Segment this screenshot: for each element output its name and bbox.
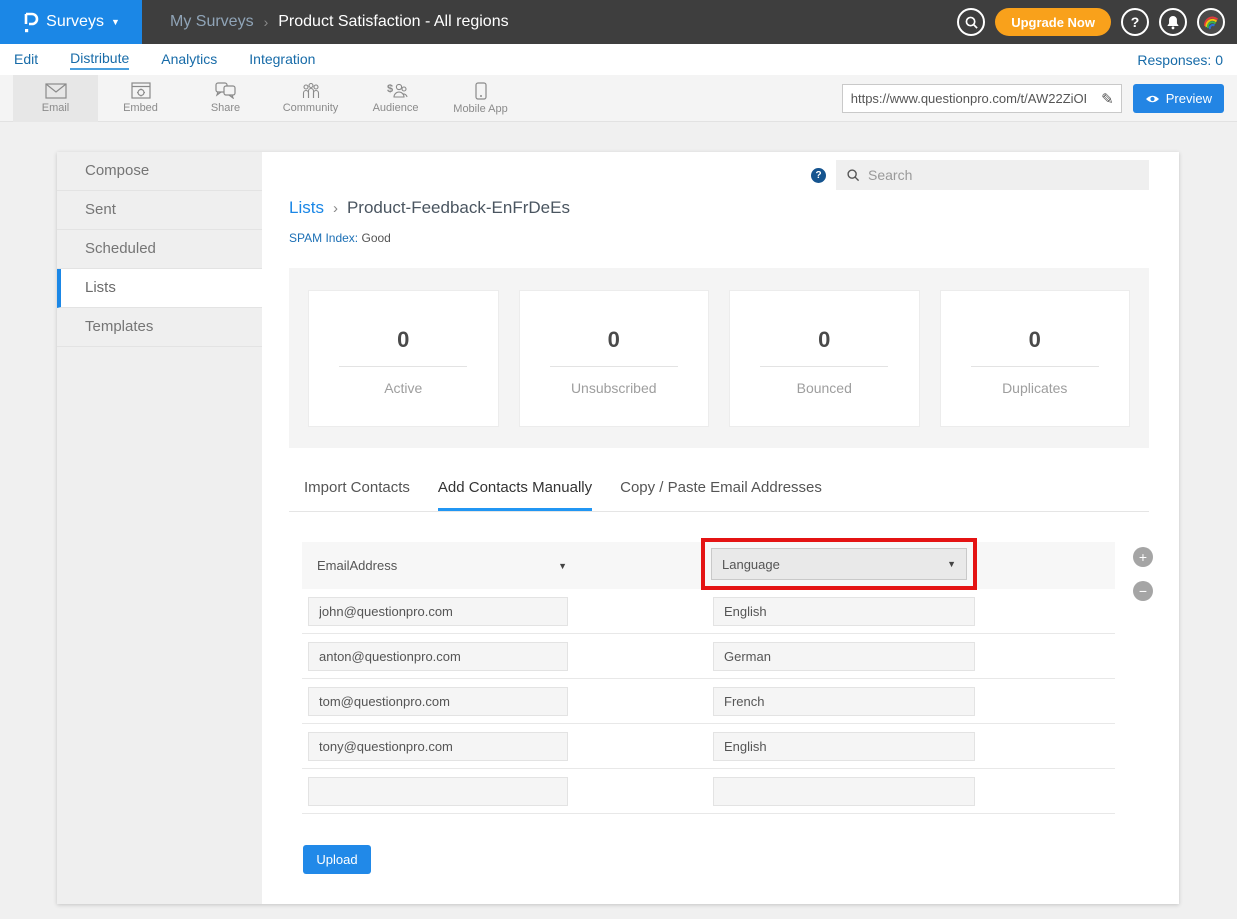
responses-count: Responses: 0 bbox=[1137, 52, 1223, 68]
list-name: Product-Feedback-EnFrDeEs bbox=[347, 198, 570, 218]
eye-icon bbox=[1145, 94, 1160, 104]
contacts-table: EmailAddress ▼ Language ▼ bbox=[302, 542, 1115, 814]
search-icon[interactable] bbox=[957, 8, 985, 36]
add-row-button[interactable]: + bbox=[1133, 547, 1153, 567]
email-icon bbox=[45, 83, 67, 99]
preview-button[interactable]: Preview bbox=[1133, 84, 1224, 113]
language-column-select[interactable]: Language ▼ bbox=[711, 548, 967, 580]
list-stats-panel: 0 Active 0 Unsubscribed 0 Bounced 0 bbox=[289, 268, 1149, 448]
nav-edit[interactable]: Edit bbox=[14, 51, 38, 69]
email-field[interactable] bbox=[308, 642, 568, 671]
email-field[interactable] bbox=[308, 597, 568, 626]
email-field[interactable] bbox=[308, 777, 568, 806]
stat-card-active: 0 Active bbox=[308, 290, 499, 427]
upload-button[interactable]: Upload bbox=[303, 845, 371, 874]
page-title: Product Satisfaction - All regions bbox=[278, 13, 508, 31]
red-highlight-box: Language ▼ bbox=[701, 538, 977, 590]
sidebar-item-compose[interactable]: Compose bbox=[57, 152, 262, 191]
stat-card-duplicates: 0 Duplicates bbox=[940, 290, 1131, 427]
breadcrumb-separator: › bbox=[264, 14, 269, 30]
nav-integration[interactable]: Integration bbox=[249, 51, 315, 69]
contact-row bbox=[302, 769, 1115, 814]
avatar[interactable] bbox=[1197, 8, 1225, 36]
nav-analytics[interactable]: Analytics bbox=[161, 51, 217, 69]
chevron-down-icon: ▼ bbox=[558, 561, 567, 571]
contacts-table-header: EmailAddress ▼ Language ▼ bbox=[302, 542, 1115, 589]
breadcrumb-my-surveys[interactable]: My Surveys bbox=[170, 13, 254, 31]
spam-index: SPAM Index: Good bbox=[289, 231, 1149, 246]
content-top-bar: ? bbox=[289, 160, 1149, 190]
help-question-icon[interactable]: ? bbox=[811, 168, 826, 183]
share-icon bbox=[215, 82, 236, 99]
channel-community[interactable]: Community bbox=[268, 75, 353, 122]
email-field[interactable] bbox=[308, 732, 568, 761]
chevron-down-icon: ▼ bbox=[947, 559, 956, 569]
email-lists-card: Compose Sent Scheduled Lists Templates ?… bbox=[57, 152, 1179, 904]
survey-url-field: ✎ bbox=[842, 84, 1122, 113]
channel-tabs: Email Embed Share Community $ Audience bbox=[13, 75, 523, 122]
sidebar-item-sent[interactable]: Sent bbox=[57, 191, 262, 230]
lists-content: ? Lists › Product-Feedback-EnFrDeEs SPAM… bbox=[262, 152, 1179, 904]
stat-card-bounced: 0 Bounced bbox=[729, 290, 920, 427]
community-icon bbox=[300, 82, 322, 99]
breadcrumb: My Surveys › Product Satisfaction - All … bbox=[170, 13, 509, 31]
email-field[interactable] bbox=[308, 687, 568, 716]
channel-mobile-app[interactable]: Mobile App bbox=[438, 75, 523, 122]
tab-add-contacts-manually[interactable]: Add Contacts Manually bbox=[438, 479, 592, 511]
notifications-bell-icon[interactable] bbox=[1159, 8, 1187, 36]
channel-email[interactable]: Email bbox=[13, 75, 98, 122]
language-field[interactable] bbox=[713, 687, 975, 716]
magnifier-icon bbox=[846, 168, 860, 182]
language-field[interactable] bbox=[713, 777, 975, 806]
contact-row bbox=[302, 724, 1115, 769]
help-icon[interactable]: ? bbox=[1121, 8, 1149, 36]
channel-embed[interactable]: Embed bbox=[98, 75, 183, 122]
breadcrumb-separator: › bbox=[333, 200, 338, 217]
channel-share[interactable]: Share bbox=[183, 75, 268, 122]
edit-pencil-icon[interactable]: ✎ bbox=[1094, 90, 1121, 108]
topbar: Surveys ▼ My Surveys › Product Satisfact… bbox=[0, 0, 1237, 44]
search-input[interactable] bbox=[868, 167, 1139, 183]
contact-row bbox=[302, 634, 1115, 679]
page-body: Compose Sent Scheduled Lists Templates ?… bbox=[0, 122, 1237, 919]
survey-url-input[interactable] bbox=[843, 91, 1094, 106]
product-name: Surveys bbox=[46, 13, 104, 31]
breadcrumb-lists-link[interactable]: Lists bbox=[289, 198, 324, 218]
mobile-app-icon bbox=[475, 82, 487, 100]
language-field[interactable] bbox=[713, 597, 975, 626]
email-address-column-select[interactable]: EmailAddress ▼ bbox=[317, 558, 567, 573]
svg-text:$: $ bbox=[387, 83, 393, 95]
list-search-box bbox=[836, 160, 1149, 190]
remove-row-button[interactable]: − bbox=[1133, 581, 1153, 601]
survey-nav: Edit Distribute Analytics Integration Re… bbox=[0, 44, 1237, 75]
email-sidebar: Compose Sent Scheduled Lists Templates bbox=[57, 152, 262, 904]
channel-audience[interactable]: $ Audience bbox=[353, 75, 438, 122]
topbar-actions: Upgrade Now ? bbox=[957, 8, 1225, 36]
app-switcher[interactable]: Surveys ▼ bbox=[0, 0, 142, 44]
distribute-toolbar: Email Embed Share Community $ Audience bbox=[0, 75, 1237, 122]
sidebar-item-scheduled[interactable]: Scheduled bbox=[57, 230, 262, 269]
embed-icon bbox=[131, 82, 151, 99]
row-controls: + − bbox=[1133, 547, 1153, 601]
contacts-tabs: Import Contacts Add Contacts Manually Co… bbox=[289, 479, 1149, 512]
survey-link-area: ✎ Preview bbox=[842, 84, 1224, 113]
upgrade-now-button[interactable]: Upgrade Now bbox=[995, 8, 1111, 36]
tab-import-contacts[interactable]: Import Contacts bbox=[304, 479, 410, 511]
language-field[interactable] bbox=[713, 642, 975, 671]
sidebar-item-lists[interactable]: Lists bbox=[57, 269, 262, 308]
stat-card-unsubscribed: 0 Unsubscribed bbox=[519, 290, 710, 427]
language-field[interactable] bbox=[713, 732, 975, 761]
list-breadcrumb: Lists › Product-Feedback-EnFrDeEs bbox=[289, 198, 1149, 218]
audience-icon: $ bbox=[384, 82, 408, 99]
tab-copy-paste-email-addresses[interactable]: Copy / Paste Email Addresses bbox=[620, 479, 822, 511]
nav-distribute[interactable]: Distribute bbox=[70, 50, 129, 70]
contact-row bbox=[302, 589, 1115, 634]
sidebar-item-templates[interactable]: Templates bbox=[57, 308, 262, 347]
questionpro-logo-icon bbox=[22, 10, 39, 34]
contact-row bbox=[302, 679, 1115, 724]
chevron-down-icon: ▼ bbox=[111, 17, 120, 27]
